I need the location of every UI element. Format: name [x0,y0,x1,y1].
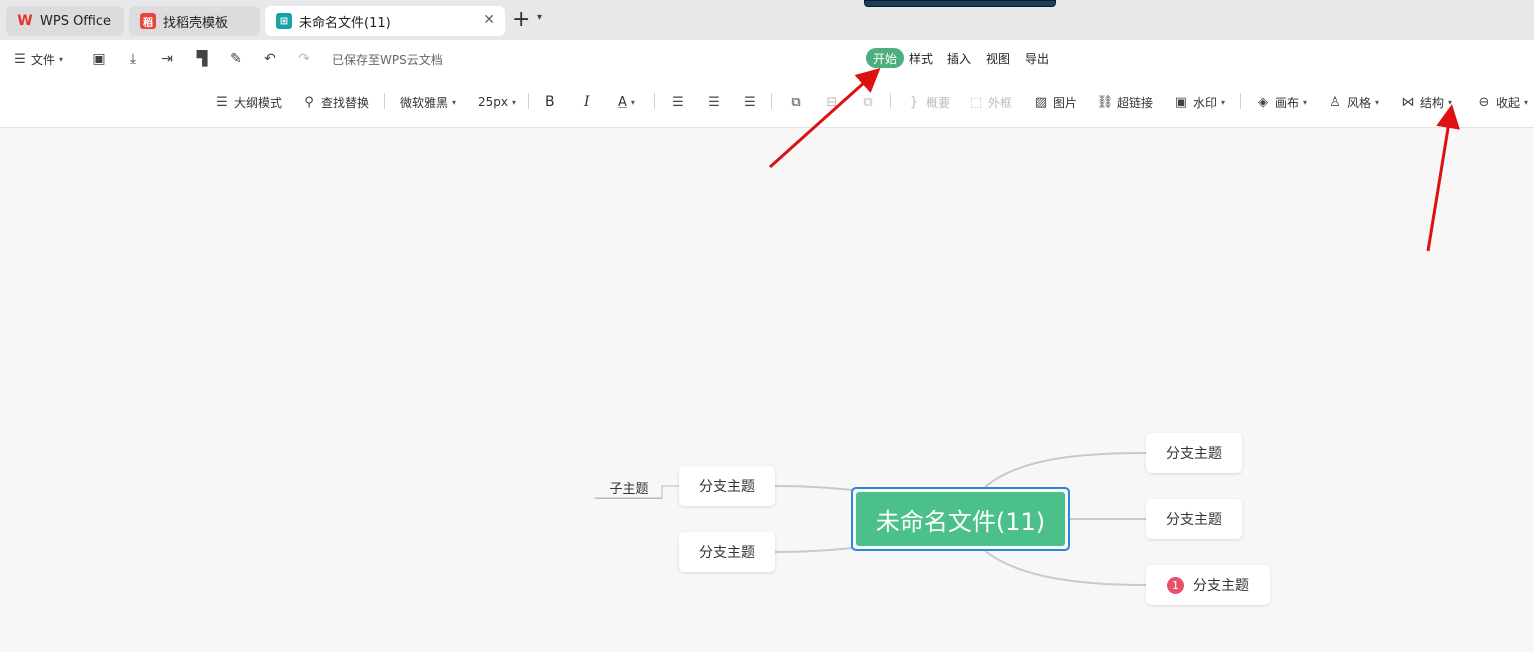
red-arrow-start-tab [768,67,881,169]
red-arrow-structure [1426,104,1460,252]
annotation-arrows [768,67,1460,252]
